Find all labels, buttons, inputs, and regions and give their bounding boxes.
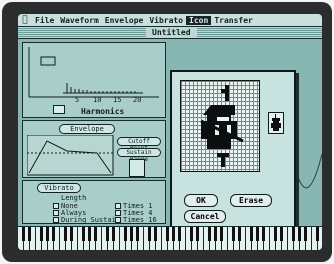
harmonics-tick-20: 20 xyxy=(133,96,142,104)
erase-button[interactable]: Erase xyxy=(230,194,272,207)
envelope-panel: Envelope Cutoff Point Sustain Range xyxy=(22,120,166,178)
harmonics-panel: 5 10 15 20 Harmonics xyxy=(22,42,166,118)
ok-button[interactable]: OK xyxy=(184,194,218,207)
menu-waveform[interactable]: Waveform xyxy=(57,16,102,25)
icon-editor-dialog: OK Erase Cancel xyxy=(170,70,296,230)
envelope-graph[interactable] xyxy=(27,135,117,177)
vibrato-none-radio[interactable] xyxy=(53,203,59,209)
window-title-bar[interactable]: Untitled xyxy=(18,27,322,39)
vibrato-button[interactable]: Vibrato xyxy=(37,183,81,193)
harmonic-bars xyxy=(66,83,136,93)
vibrato-always-radio[interactable] xyxy=(53,210,59,216)
vibrato-length-label: Length xyxy=(61,194,87,202)
piano-keys xyxy=(18,227,322,250)
icon-edit-grid[interactable] xyxy=(180,80,260,172)
vibrato-times16-radio[interactable] xyxy=(115,217,121,223)
envelope-button[interactable]: Envelope xyxy=(59,124,115,134)
vibrato-during-sustain-label: During Sustain xyxy=(61,216,121,224)
harmonic-marker xyxy=(40,56,56,66)
menu-bar:  File Waveform Envelope Vibrato Icon Tr… xyxy=(18,14,322,27)
vibrato-times16-label: Times 16 xyxy=(123,216,157,224)
harmonics-label: Harmonics xyxy=(81,107,125,116)
menu-envelope[interactable]: Envelope xyxy=(102,16,147,25)
cello-preview-icon xyxy=(271,114,281,131)
screen:  File Waveform Envelope Vibrato Icon Tr… xyxy=(18,14,322,250)
vibrato-during-sustain-radio[interactable] xyxy=(53,217,59,223)
vibrato-times4-radio[interactable] xyxy=(115,210,121,216)
harmonics-graph[interactable] xyxy=(23,43,165,103)
harmonics-tick-5: 5 xyxy=(75,96,80,104)
menu-file[interactable]: File xyxy=(32,16,57,25)
piano-keyboard[interactable] xyxy=(18,226,322,250)
menu-transfer[interactable]: Transfer xyxy=(211,16,256,25)
vibrato-panel: Vibrato Length None Always During Sustai… xyxy=(22,180,166,224)
vibrato-times1-radio[interactable] xyxy=(115,203,121,209)
harmonics-tick-15: 15 xyxy=(113,96,122,104)
cello-icon xyxy=(200,85,244,167)
menu-vibrato[interactable]: Vibrato xyxy=(146,16,186,25)
envelope-icon-box xyxy=(129,159,145,177)
menu-icon[interactable]: Icon xyxy=(186,15,212,25)
sustain-range-button[interactable]: Sustain Range xyxy=(117,148,161,163)
harmonics-tick-10: 10 xyxy=(93,96,102,104)
cancel-button[interactable]: Cancel xyxy=(184,210,226,223)
cutoff-point-button[interactable]: Cutoff Point xyxy=(117,137,161,152)
icon-preview xyxy=(268,112,284,134)
harmonics-box-left[interactable] xyxy=(53,105,65,114)
apple-icon[interactable]:  xyxy=(18,15,32,25)
window-title: Untitled xyxy=(146,28,197,37)
